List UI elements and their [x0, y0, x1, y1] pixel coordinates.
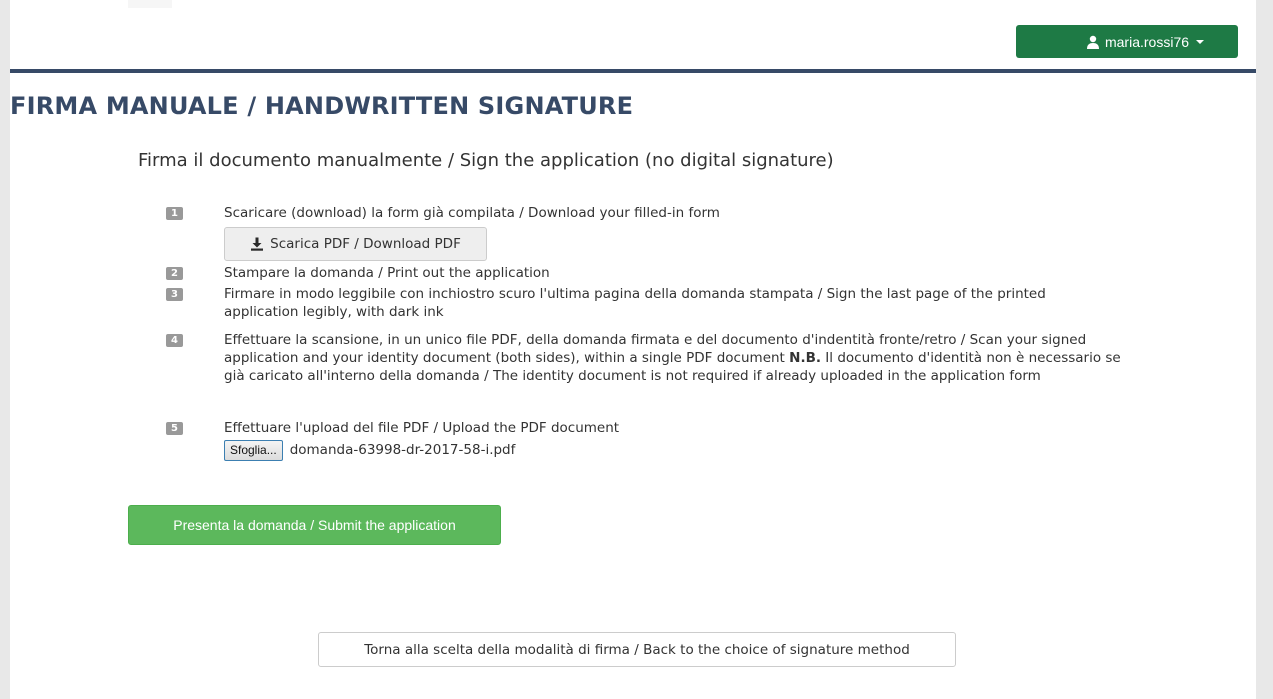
step-number-badge: 3 — [166, 288, 183, 301]
step-number-badge: 4 — [166, 334, 183, 347]
chevron-down-icon — [1196, 39, 1205, 44]
left-margin-bar — [0, 0, 10, 699]
step-text: Stampare la domanda / Print out the appl… — [224, 265, 550, 281]
note-label: N.B. — [789, 350, 821, 366]
submit-application-button[interactable]: Presenta la domanda / Submit the applica… — [128, 505, 501, 545]
browse-button[interactable]: Sfoglia... — [224, 439, 283, 461]
user-icon — [1086, 35, 1100, 49]
page-subtitle: Firma il documento manualmente / Sign th… — [138, 150, 834, 171]
step-text: Scaricare (download) la form già compila… — [224, 205, 720, 221]
page-title: FIRMA MANUALE / HANDWRITTEN SIGNATURE — [10, 92, 634, 120]
selected-file-name: domanda-63998-dr-2017-58-i.pdf — [289, 442, 516, 458]
username-label: maria.rossi76 — [1104, 33, 1190, 50]
download-pdf-label: Scarica PDF / Download PDF — [270, 236, 461, 252]
step-number-badge: 5 — [166, 422, 183, 435]
download-icon — [250, 237, 264, 251]
step-text: Firmare in modo leggibile con inchiostro… — [224, 286, 1046, 320]
download-pdf-button[interactable]: Scarica PDF / Download PDF — [224, 227, 487, 261]
header-divider — [10, 69, 1256, 73]
step-text: Effettuare l'upload del file PDF / Uploa… — [224, 420, 620, 436]
back-to-signature-choice-button[interactable]: Torna alla scelta della modalità di firm… — [318, 632, 956, 667]
file-upload-field: Sfoglia... domanda-63998-dr-2017-58-i.pd… — [224, 439, 516, 461]
step-number-badge: 2 — [166, 267, 183, 280]
right-scroll-gutter — [1256, 0, 1273, 699]
top-logo-remnant — [128, 0, 172, 8]
step-text: Effettuare la scansione, in un unico fil… — [224, 331, 1124, 385]
step-number-badge: 1 — [166, 207, 183, 220]
user-menu-button[interactable]: maria.rossi76 — [1016, 25, 1238, 58]
